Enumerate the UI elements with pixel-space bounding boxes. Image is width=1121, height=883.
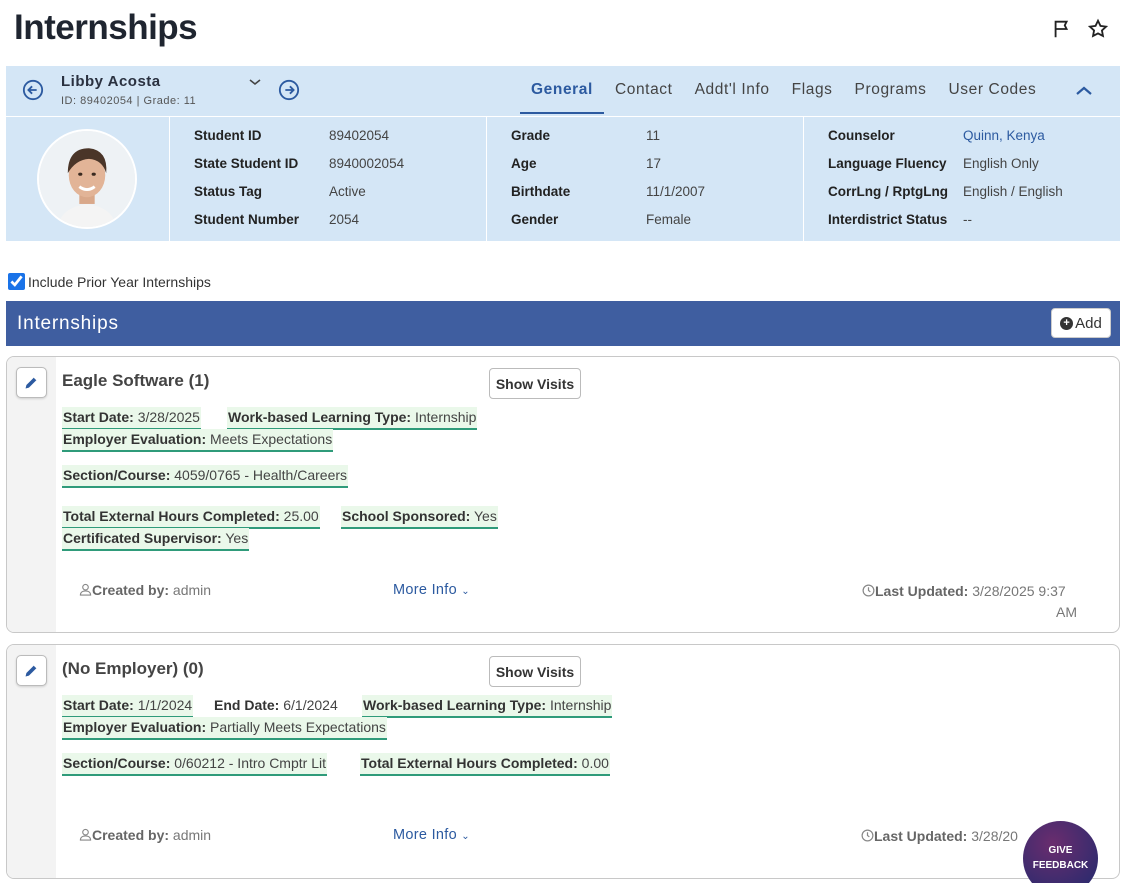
divider: [486, 117, 487, 241]
show-visits-button[interactable]: Show Visits: [489, 656, 581, 687]
tab-general[interactable]: General: [520, 66, 604, 116]
next-student-icon[interactable]: [278, 79, 300, 101]
status-tag-value: Active: [329, 184, 366, 199]
card-title: Eagle Software (1): [62, 371, 210, 390]
language-fluency-value: English Only: [963, 156, 1039, 171]
previous-student-icon[interactable]: [22, 79, 44, 101]
external-hours-field: Total External Hours Completed: 25.00: [62, 506, 320, 529]
counselor-label: Counselor: [828, 128, 895, 143]
pencil-icon: [25, 665, 37, 677]
student-details: Student ID 89402054 State Student ID 894…: [6, 117, 1120, 241]
gender-label: Gender: [511, 212, 559, 227]
age-value: 17: [646, 156, 662, 171]
student-number-value: 2054: [329, 212, 360, 227]
certificated-supervisor-field: Certificated Supervisor: Yes: [62, 528, 250, 551]
chevron-down-icon: ⌄: [461, 831, 470, 842]
birthdate-label: Birthdate: [511, 184, 571, 199]
end-date-field: End Date: 6/1/2024: [214, 697, 338, 713]
gender-value: Female: [646, 212, 692, 227]
prior-year-checkbox[interactable]: [8, 273, 25, 290]
user-icon: [79, 583, 92, 596]
student-photo: [37, 129, 137, 229]
clock-icon: [861, 829, 874, 842]
birthdate-value: 11/1/2007: [646, 184, 706, 199]
divider: [169, 117, 170, 241]
section-course-field: Section/Course: 4059/0765 - Health/Caree…: [62, 465, 349, 488]
add-button-label: Add: [1075, 314, 1102, 332]
section-course-field: Section/Course: 0/60212 - Intro Cmptr Li…: [62, 753, 327, 776]
student-name[interactable]: Libby Acosta: [61, 73, 161, 90]
flag-icon[interactable]: [1051, 18, 1073, 40]
internship-card: Eagle Software (1) Show Visits Start Dat…: [6, 356, 1120, 633]
age-label: Age: [511, 156, 537, 171]
start-date-field: Start Date: 1/1/2024: [62, 695, 194, 718]
page-header: Internships: [0, 0, 1121, 66]
more-info-toggle[interactable]: More Info ⌄: [393, 827, 470, 843]
clock-icon: [862, 584, 875, 597]
feedback-label-line2: FEEDBACK: [1032, 860, 1089, 871]
tab-flags[interactable]: Flags: [781, 66, 844, 116]
grade-label: Grade: [511, 128, 551, 143]
feedback-label-line1: GIVE: [1048, 845, 1073, 856]
plus-icon: +: [1060, 316, 1074, 330]
last-updated: Last Updated: 3/28/2025 9:37: [862, 583, 1066, 599]
start-date-field: Start Date: 3/28/2025: [62, 407, 201, 430]
student-id-value: 89402054: [329, 128, 390, 143]
created-by: Created by: admin: [79, 827, 211, 843]
show-visits-button[interactable]: Show Visits: [489, 368, 581, 399]
employer-evaluation-field: Employer Evaluation: Partially Meets Exp…: [62, 717, 387, 740]
more-info-toggle[interactable]: More Info ⌄: [393, 582, 470, 598]
edit-button[interactable]: [16, 655, 47, 686]
state-student-id-value: 8940002054: [329, 156, 405, 171]
corrlng-label: CorrLng / RptgLng: [828, 184, 948, 199]
student-tabs: General Contact Addt'l Info Flags Progra…: [520, 66, 1047, 116]
counselor-link[interactable]: Quinn, Kenya: [963, 128, 1045, 143]
tab-user-codes[interactable]: User Codes: [938, 66, 1048, 116]
created-by: Created by: admin: [79, 582, 211, 598]
wbl-type-field: Work-based Learning Type: Internship: [362, 695, 613, 718]
school-sponsored-field: School Sponsored: Yes: [341, 506, 498, 529]
wbl-type-field: Work-based Learning Type: Internship: [227, 407, 478, 430]
student-bar: Libby Acosta ID: 89402054 | Grade: 11 Ge…: [6, 66, 1120, 116]
last-updated: Last Updated: 3/28/20: [861, 828, 1018, 844]
card-title: (No Employer) (0): [62, 659, 204, 678]
internships-section-header: Internships + Add: [6, 301, 1120, 346]
state-student-id-label: State Student ID: [194, 156, 299, 171]
tab-programs[interactable]: Programs: [844, 66, 938, 116]
divider: [803, 117, 804, 241]
interdistrict-status-value: --: [963, 212, 972, 227]
pencil-icon: [25, 377, 37, 389]
status-tag-label: Status Tag: [194, 184, 263, 199]
chevron-down-icon: ⌄: [461, 586, 470, 597]
chevron-up-icon[interactable]: [1074, 81, 1094, 101]
prior-year-label: Include Prior Year Internships: [28, 273, 211, 290]
star-icon[interactable]: [1087, 18, 1109, 40]
user-icon: [79, 828, 92, 841]
chevron-down-icon[interactable]: [247, 74, 263, 90]
page-title: Internships: [14, 8, 198, 47]
add-button[interactable]: + Add: [1051, 308, 1111, 338]
internship-card: (No Employer) (0) Show Visits Start Date…: [6, 644, 1120, 879]
tab-addtl-info[interactable]: Addt'l Info: [684, 66, 781, 116]
prior-year-filter[interactable]: Include Prior Year Internships: [8, 273, 211, 290]
edit-button[interactable]: [16, 367, 47, 398]
grade-value: 11: [646, 128, 661, 143]
language-fluency-label: Language Fluency: [828, 156, 947, 171]
external-hours-field: Total External Hours Completed: 0.00: [360, 753, 610, 776]
student-number-label: Student Number: [194, 212, 300, 227]
employer-evaluation-field: Employer Evaluation: Meets Expectations: [62, 429, 334, 452]
last-updated-time: AM: [1056, 604, 1077, 620]
interdistrict-status-label: Interdistrict Status: [828, 212, 948, 227]
section-title: Internships: [17, 313, 119, 334]
corrlng-value: English / English: [963, 184, 1063, 199]
tab-contact[interactable]: Contact: [604, 66, 684, 116]
student-id-label: Student ID: [194, 128, 262, 143]
student-id-grade: ID: 89402054 | Grade: 11: [61, 95, 197, 107]
card-gutter: [7, 357, 56, 632]
